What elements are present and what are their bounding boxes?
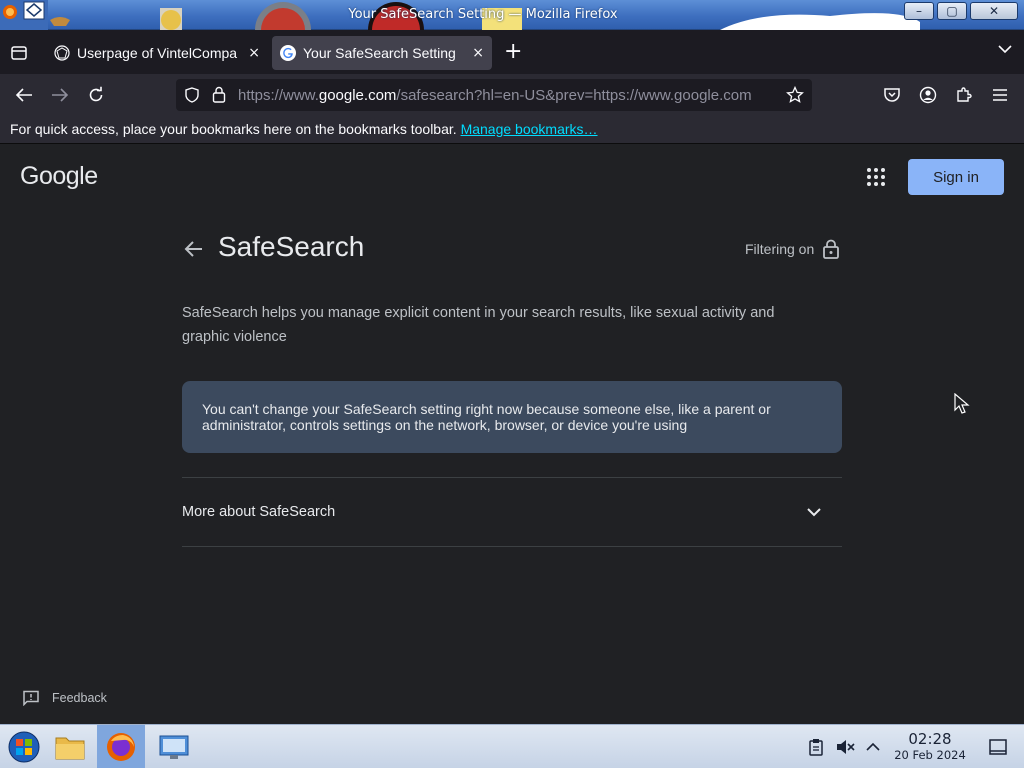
back-arrow-icon xyxy=(15,88,32,102)
google-logo[interactable]: Google xyxy=(20,162,98,191)
system-clock[interactable]: 02:28 20 Feb 2024 xyxy=(890,730,970,763)
hamburger-menu-icon xyxy=(993,89,1007,101)
app-menu-button[interactable] xyxy=(989,84,1011,106)
reload-button[interactable] xyxy=(85,84,107,106)
filtering-status: Filtering on xyxy=(745,241,815,257)
safesearch-description: SafeSearch helps you manage explicit con… xyxy=(182,305,775,345)
back-button[interactable] xyxy=(13,84,35,106)
os-taskbar: 02:28 20 Feb 2024 xyxy=(0,724,1024,768)
account-button[interactable] xyxy=(917,84,939,106)
list-all-tabs-chevron-icon[interactable] xyxy=(998,44,1012,54)
pocket-icon xyxy=(884,88,900,102)
reload-icon xyxy=(89,86,103,102)
window-titlebar: Your SafeSearch Setting — Mozilla Firefo… xyxy=(0,0,1024,30)
divider xyxy=(182,546,842,547)
extensions-button[interactable] xyxy=(953,84,975,106)
page-content: Google Sign in SafeSearch Filtering on S… xyxy=(0,145,1024,724)
tab-close-icon[interactable]: × xyxy=(248,45,260,61)
clipboard-tray-icon[interactable] xyxy=(806,737,826,757)
bookmark-star-icon[interactable] xyxy=(786,86,804,104)
wikipedia-icon xyxy=(54,45,70,61)
new-tab-button[interactable]: + xyxy=(504,41,522,63)
forward-button[interactable] xyxy=(49,84,71,106)
locked-setting-notice: You can't change your SafeSearch setting… xyxy=(182,381,842,453)
sign-in-button[interactable]: Sign in xyxy=(908,159,1004,195)
manage-bookmarks-link[interactable]: Manage bookmarks… xyxy=(461,121,598,137)
puzzle-piece-icon xyxy=(957,87,972,102)
google-apps-grid-icon[interactable] xyxy=(864,165,888,189)
firefox-view-icon xyxy=(11,46,27,60)
clock-date: 20 Feb 2024 xyxy=(894,748,966,762)
tab-safesearch[interactable]: Your SafeSearch Setting × xyxy=(272,36,492,70)
clock-time: 02:28 xyxy=(908,730,952,748)
account-icon xyxy=(919,86,937,104)
show-hidden-icons-chevron-up-icon[interactable] xyxy=(863,737,883,757)
back-arrow-icon[interactable] xyxy=(182,237,206,261)
bookmarks-toolbar: For quick access, place your bookmarks h… xyxy=(0,116,1024,144)
taskbar-firefox[interactable] xyxy=(97,725,145,768)
minimize-button[interactable]: – xyxy=(904,2,934,20)
monitor-settings-icon xyxy=(159,735,189,759)
more-about-safesearch-row[interactable]: More about SafeSearch xyxy=(182,478,842,546)
tab-label: Userpage of VintelCompa xyxy=(77,45,238,61)
window-title: Your SafeSearch Setting — Mozilla Firefo… xyxy=(348,7,618,22)
page-title: SafeSearch xyxy=(218,231,365,262)
google-g-icon xyxy=(280,45,296,61)
tracking-protection-shield-icon[interactable] xyxy=(184,87,200,103)
lock-icon[interactable] xyxy=(212,86,226,103)
navigation-toolbar: https://www.google.com/safesearch?hl=en-… xyxy=(0,74,1024,116)
tab-close-icon[interactable]: × xyxy=(472,45,484,61)
mouse-cursor-icon xyxy=(954,393,970,414)
feedback-label: Feedback xyxy=(52,691,107,705)
window-controls: – ▢ ✕ xyxy=(904,2,1018,20)
pocket-button[interactable] xyxy=(881,84,903,106)
maximize-button[interactable]: ▢ xyxy=(937,2,967,20)
padlock-icon xyxy=(823,239,839,259)
close-window-button[interactable]: ✕ xyxy=(970,2,1018,20)
start-button[interactable] xyxy=(0,725,48,768)
start-orb-icon xyxy=(8,731,40,763)
folder-icon xyxy=(55,737,85,760)
feedback-icon xyxy=(23,690,39,706)
tab-strip: Userpage of VintelCompa × Your SafeSearc… xyxy=(0,30,1024,74)
taskbar-control-panel[interactable] xyxy=(150,725,198,768)
url-text[interactable]: https://www.google.com/safesearch?hl=en-… xyxy=(238,87,778,104)
forward-arrow-icon xyxy=(52,88,69,102)
firefox-view-button[interactable] xyxy=(8,42,30,64)
firefox-icon xyxy=(107,733,135,761)
tab-label: Your SafeSearch Setting xyxy=(303,45,456,61)
tab-userpage[interactable]: Userpage of VintelCompa × xyxy=(46,36,268,70)
more-about-label: More about SafeSearch xyxy=(182,504,336,520)
feedback-link[interactable]: Feedback xyxy=(22,690,107,706)
chevron-down-icon[interactable] xyxy=(804,504,824,520)
volume-muted-icon[interactable] xyxy=(835,737,855,757)
show-desktop-icon[interactable] xyxy=(988,737,1008,757)
address-bar[interactable]: https://www.google.com/safesearch?hl=en-… xyxy=(176,79,812,111)
bookmarks-hint-text: For quick access, place your bookmarks h… xyxy=(10,121,457,137)
taskbar-file-manager[interactable] xyxy=(46,725,94,768)
